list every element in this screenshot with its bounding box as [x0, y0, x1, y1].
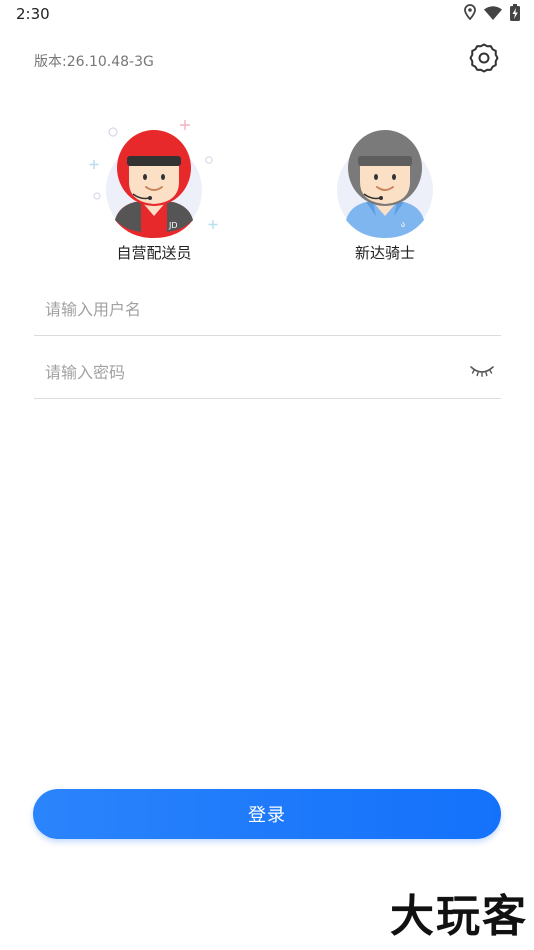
username-input[interactable]	[34, 300, 501, 319]
role-crowd-rider[interactable]: ა 新达骑士	[310, 120, 460, 263]
role-label-crowd: 新达骑士	[354, 244, 415, 262]
username-field	[34, 284, 501, 336]
status-bar: 2:30	[0, 0, 534, 28]
settings-button[interactable]	[466, 42, 502, 78]
svg-text:JD: JD	[168, 221, 178, 230]
login-screen: 2:30 版本:26.10.48-3G JD 自营配送员 ა 新达骑士 请输入用…	[0, 0, 534, 950]
battery-charging-icon	[510, 3, 520, 25]
password-input[interactable]	[34, 363, 465, 382]
status-time: 2:30	[16, 5, 50, 23]
svg-text:ა: ა	[401, 220, 405, 229]
status-icons	[464, 3, 520, 25]
eye-closed-icon	[470, 363, 494, 382]
watermark-logo: 大玩客	[390, 891, 528, 942]
password-field	[34, 347, 501, 399]
avatar-crowd-rider: ა	[310, 120, 460, 238]
login-button[interactable]: 登录	[33, 789, 501, 839]
role-label-self: 自营配送员	[116, 244, 192, 262]
avatar-self-courier: JD	[79, 120, 229, 238]
password-visibility-toggle[interactable]	[465, 356, 499, 390]
gear-icon	[468, 42, 500, 78]
location-icon	[464, 4, 476, 24]
role-self-courier[interactable]: JD 自营配送员	[79, 120, 229, 263]
app-version: 版本:26.10.48-3G	[34, 54, 154, 70]
wifi-icon	[484, 5, 502, 24]
